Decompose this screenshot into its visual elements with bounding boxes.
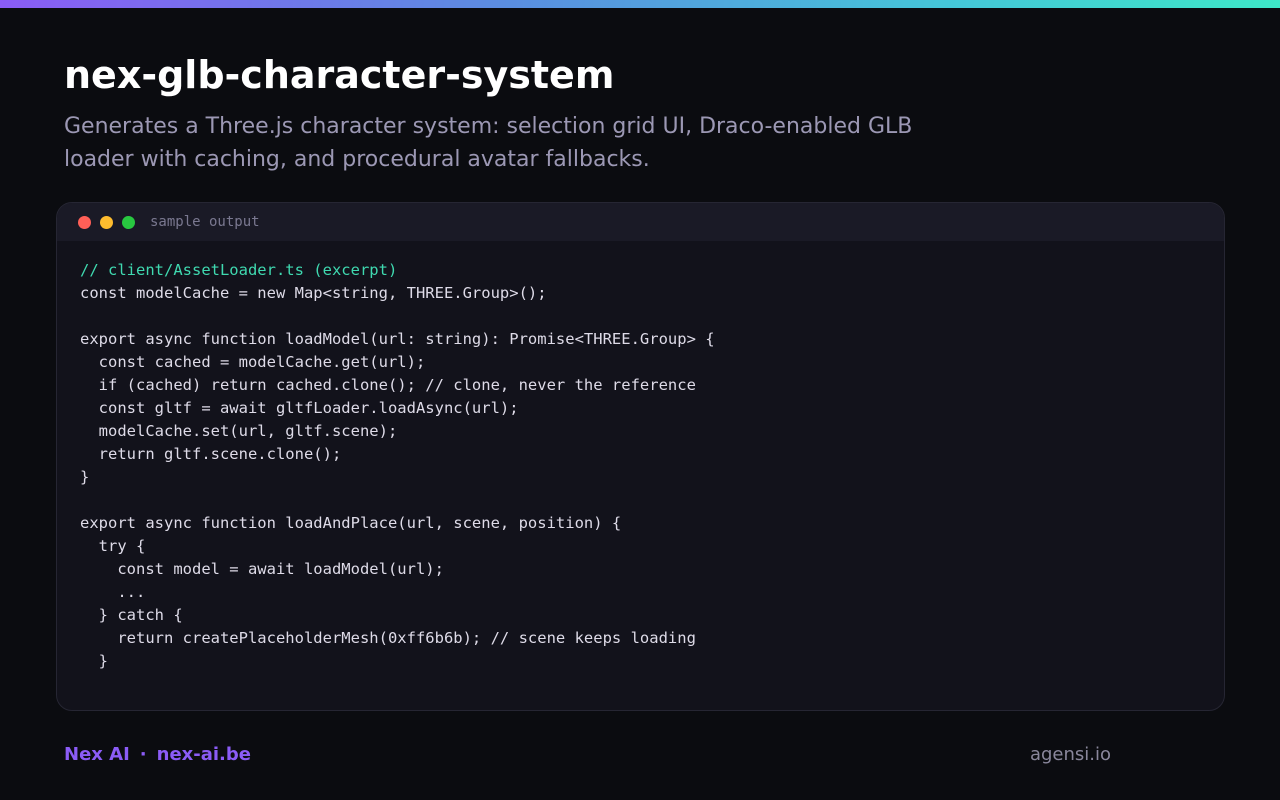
brand-name: Nex AI [64, 744, 130, 765]
page-title: nex-glb-character-system [64, 53, 615, 97]
code-line: } [80, 468, 90, 486]
accent-gradient-bar [0, 0, 1280, 8]
footer-right-link[interactable]: agensi.io [1030, 744, 1111, 766]
code-line: if (cached) return cached.clone(); // cl… [80, 376, 696, 394]
code-block: // client/AssetLoader.ts (excerpt) const… [80, 259, 715, 673]
code-card-label: sample output [150, 214, 260, 230]
footer-brand: Nex AI · nex-ai.be [64, 744, 251, 766]
code-line: } [80, 652, 108, 670]
code-line: } catch { [80, 606, 183, 624]
page-subtitle: Generates a Three.js character system: s… [64, 114, 913, 172]
code-line: const cached = modelCache.get(url); [80, 353, 426, 371]
window-close-dot-icon [78, 216, 91, 229]
code-line: ... [80, 583, 146, 601]
window-maximize-dot-icon [122, 216, 135, 229]
code-line: const model = await loadModel(url); [80, 560, 444, 578]
code-line: const gltf = await gltfLoader.loadAsync(… [80, 399, 519, 417]
code-line: // client/AssetLoader.ts (excerpt) [80, 261, 398, 279]
code-card-header: sample output [57, 203, 1224, 241]
code-line: modelCache.set(url, gltf.scene); [80, 422, 398, 440]
code-line: try { [80, 537, 146, 555]
code-card: sample output // client/AssetLoader.ts (… [56, 202, 1225, 711]
window-minimize-dot-icon [100, 216, 113, 229]
code-line: return createPlaceholderMesh(0xff6b6b); … [80, 629, 696, 647]
brand-link[interactable]: nex-ai.be [157, 744, 251, 765]
footer-separator: · [139, 744, 147, 765]
code-line: return gltf.scene.clone(); [80, 445, 342, 463]
code-line: export async function loadAndPlace(url, … [80, 514, 622, 532]
code-line: const modelCache = new Map<string, THREE… [80, 284, 547, 302]
code-line: export async function loadModel(url: str… [80, 330, 715, 348]
